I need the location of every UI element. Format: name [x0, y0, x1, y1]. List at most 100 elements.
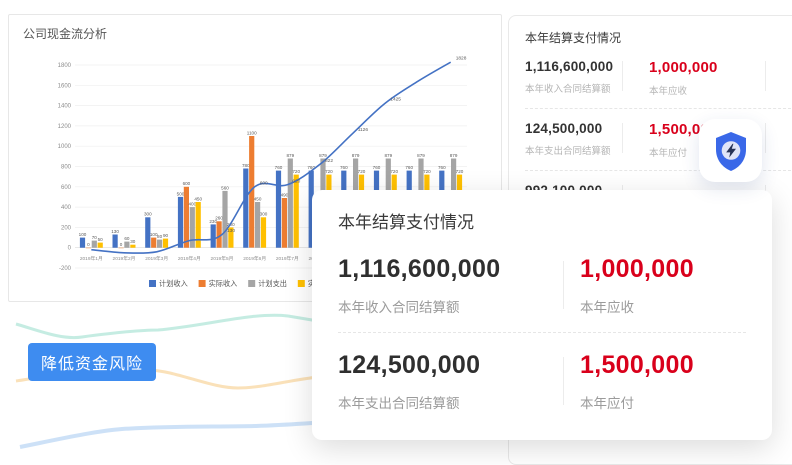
y-axis-label: 1200 — [58, 124, 72, 130]
line-data-label: 1126 — [358, 127, 369, 133]
bar — [124, 242, 129, 248]
column-divider — [765, 61, 766, 91]
bar-data-label: 450 — [254, 196, 262, 201]
bar — [163, 239, 168, 248]
stat-label: 本年收入合同结算额 — [525, 81, 622, 95]
settlement-panel-title: 本年结算支付情况 — [525, 29, 791, 46]
bar-data-label: 720 — [292, 169, 300, 174]
legend-swatch — [248, 280, 255, 287]
bar-data-label: 760 — [373, 165, 381, 170]
x-axis-label: 2019年5月 — [211, 255, 234, 262]
bar — [294, 175, 299, 248]
bar-data-label: 400 — [188, 202, 196, 207]
bar-data-label: 130 — [111, 229, 119, 234]
x-axis-label: 2019年6月 — [243, 255, 266, 262]
legend-label: 计划收入 — [159, 279, 188, 288]
bar-data-label: 0 — [87, 242, 90, 247]
y-axis-label: 200 — [61, 225, 72, 231]
bar — [92, 241, 97, 248]
legend-swatch — [149, 280, 156, 287]
bar-data-label: 30 — [130, 239, 136, 244]
bar-data-label: 0 — [120, 242, 123, 247]
bar-data-label: 260 — [215, 216, 223, 221]
popup-title: 本年结算支付情况 — [338, 208, 746, 233]
bar — [98, 243, 103, 248]
bar-data-label: 1100 — [247, 131, 257, 136]
stat-value-red: 1,000,000 — [580, 255, 746, 284]
bar-data-label: 879 — [450, 153, 458, 158]
stat-label: 本年收入合同结算额 — [338, 296, 563, 316]
bar — [222, 191, 227, 248]
stat-receivable: 1,000,000 本年应收 — [564, 255, 746, 316]
x-axis-label: 2019年3月 — [145, 255, 168, 262]
y-axis-label: 600 — [61, 185, 72, 191]
stat-receivable: 1,000,000 本年应收 — [623, 59, 765, 97]
bar — [113, 235, 118, 248]
bar — [190, 207, 195, 248]
bar — [196, 202, 201, 248]
bar — [151, 238, 156, 248]
risk-reduction-tag: 降低资金风险 — [28, 343, 156, 381]
stat-label: 本年应收 — [649, 83, 765, 97]
settlement-row-income: 1,116,600,000 本年收入合同结算额 1,000,000 本年应收 — [525, 59, 791, 97]
bar — [184, 187, 189, 248]
stat-value: 124,500,000 — [525, 121, 622, 136]
bar-data-label: 760 — [275, 165, 283, 170]
y-axis-label: 1800 — [58, 63, 72, 69]
bar — [211, 224, 216, 247]
stat-value-red: 1,000,000 — [649, 59, 765, 76]
bar — [157, 240, 162, 248]
bar-data-label: 560 — [221, 185, 229, 190]
popup-row-income: 1,116,600,000 本年收入合同结算额 1,000,000 本年应收 — [338, 249, 746, 328]
bar — [276, 171, 281, 248]
stat-payable: 1,500,000 本年应付 — [564, 351, 746, 412]
legend-label: 计划支出 — [258, 279, 287, 288]
bar-data-label: 720 — [456, 169, 464, 174]
y-axis-label: 1400 — [58, 104, 72, 110]
bar — [261, 217, 266, 247]
bar-data-label: 300 — [144, 212, 152, 217]
popup-row-expense: 124,500,000 本年支出合同结算额 1,500,000 本年应付 — [338, 345, 746, 424]
bar-data-label: 600 — [183, 181, 191, 186]
x-axis-label: 2019年7月 — [276, 255, 299, 262]
dashed-separator — [525, 108, 791, 109]
x-axis-label: 2019年1月 — [80, 255, 103, 262]
stat-label: 本年支出合同结算额 — [338, 392, 563, 412]
bar — [282, 198, 287, 248]
bar-data-label: 720 — [423, 169, 431, 174]
y-axis-label: 800 — [61, 165, 72, 171]
stat-value: 1,116,600,000 — [338, 255, 563, 284]
bar-data-label: 100 — [79, 232, 87, 237]
bar — [255, 202, 260, 248]
legend-swatch — [298, 280, 305, 287]
legend-swatch — [199, 280, 206, 287]
line-data-label: 1828 — [456, 56, 467, 62]
bar — [119, 248, 124, 249]
bar-data-label: 60 — [124, 236, 130, 241]
y-axis-label: 1000 — [58, 144, 72, 150]
bar — [86, 248, 91, 249]
bar-data-label: 70 — [92, 235, 98, 240]
bar — [178, 197, 183, 248]
bar-data-label: 879 — [286, 153, 294, 158]
bar-data-label: 780 — [242, 163, 250, 168]
line-data-label: 822 — [325, 158, 333, 164]
bar-data-label: 760 — [438, 165, 446, 170]
bar-data-label: 90 — [163, 233, 169, 238]
stat-value: 1,116,600,000 — [525, 59, 622, 74]
stat-label: 本年应收 — [580, 296, 746, 316]
decor-line-teal — [16, 315, 318, 337]
line-data-label: 600 — [260, 180, 268, 186]
shield-lightning-icon — [709, 129, 753, 173]
bar-data-label: 879 — [319, 153, 327, 158]
bar-data-label: 720 — [358, 169, 366, 174]
bar-data-label: 879 — [352, 153, 360, 158]
x-axis-label: 2019年4月 — [178, 255, 201, 262]
bar-data-label: 879 — [384, 153, 392, 158]
y-axis-label: -200 — [59, 266, 72, 272]
dashed-separator — [338, 332, 746, 333]
line-data-label: 130 — [227, 228, 235, 234]
stat-label: 本年支出合同结算额 — [525, 143, 622, 157]
y-axis-label: 400 — [61, 205, 72, 211]
bar-data-label: 490 — [281, 192, 289, 197]
